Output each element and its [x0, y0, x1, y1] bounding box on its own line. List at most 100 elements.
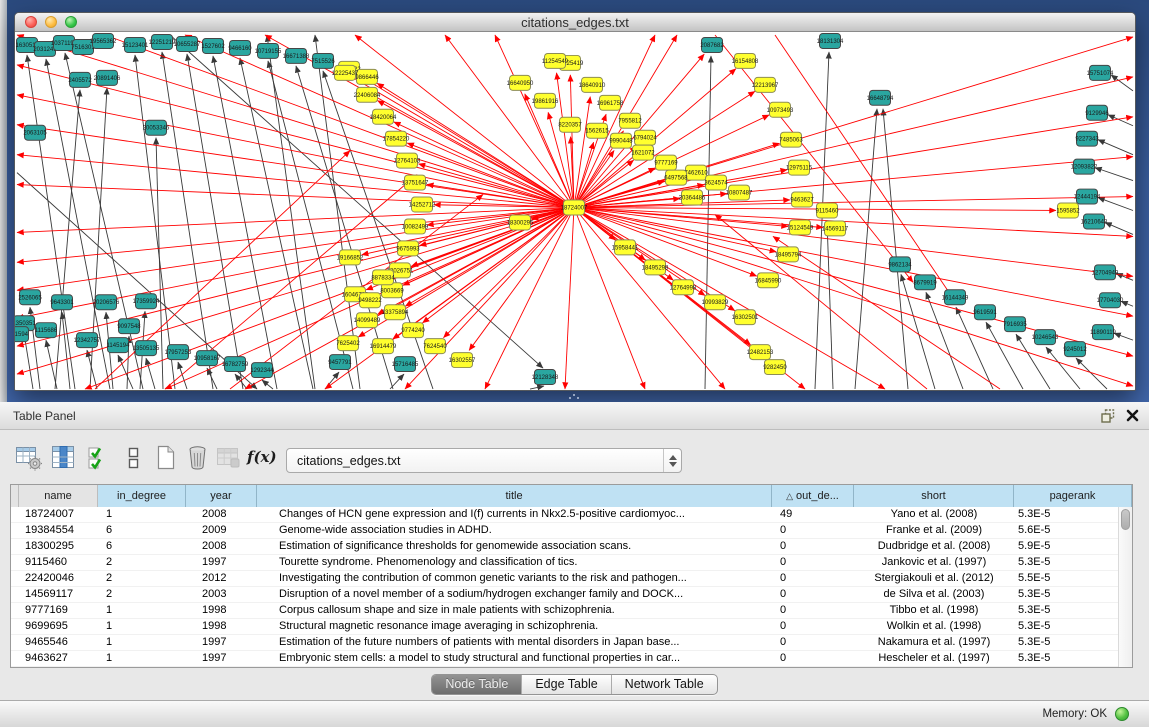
table-row[interactable]: 911546021997Tourette syndrome. Phenomeno…	[11, 555, 1132, 571]
cell-pagerank[interactable]: 5.6E-5	[1014, 523, 1132, 538]
table-row[interactable]: 1456911722003Disruption of a novel membe…	[11, 587, 1132, 603]
cell-name[interactable]: 22420046	[19, 571, 98, 586]
cell-out-degree[interactable]: 0	[772, 587, 854, 602]
cell-title[interactable]: Corpus callosum shape and size in male p…	[257, 603, 772, 618]
cell-title[interactable]: Estimation of the future numbers of pati…	[257, 635, 772, 650]
cell-name[interactable]: 9699695	[19, 619, 98, 634]
zoom-window-button[interactable]	[65, 16, 77, 28]
cell-in-degree[interactable]: 1	[98, 603, 186, 618]
cell-in-degree[interactable]: 2	[98, 587, 186, 602]
cell-short[interactable]: Hescheler et al. (1997)	[854, 651, 1014, 666]
network-view-canvas[interactable]: 1872400716305112031245103711967516301195…	[15, 33, 1135, 390]
column-header-out_de[interactable]: △out_de...	[772, 485, 854, 507]
cell-out-degree[interactable]: 0	[772, 555, 854, 570]
table-row[interactable]: 969969511998Structural magnetic resonanc…	[11, 619, 1132, 635]
table-select-dropdown[interactable]: citations_edges.txt	[286, 448, 682, 473]
cell-in-degree[interactable]: 6	[98, 539, 186, 554]
column-header-in_degree[interactable]: in_degree	[98, 485, 186, 507]
cell-pagerank[interactable]: 5.3E-5	[1014, 603, 1132, 618]
cell-name[interactable]: 19384554	[19, 523, 98, 538]
column-header-name[interactable]: name	[19, 485, 98, 507]
cell-name[interactable]: 9465546	[19, 635, 98, 650]
cell-short[interactable]: Wolkin et al. (1998)	[854, 619, 1014, 634]
scrollbar-thumb[interactable]	[1121, 509, 1130, 530]
tab-edge-table[interactable]: Edge Table	[521, 675, 610, 694]
row-options-icon[interactable]	[120, 444, 147, 471]
cell-out-degree[interactable]: 0	[772, 571, 854, 586]
cell-pagerank[interactable]: 5.3E-5	[1014, 555, 1132, 570]
cell-in-degree[interactable]: 6	[98, 523, 186, 538]
cell-name[interactable]: 9463627	[19, 651, 98, 666]
column-header-year[interactable]: year	[186, 485, 257, 507]
cell-year[interactable]: 1997	[186, 651, 257, 666]
table-scrollbar[interactable]	[1118, 507, 1132, 667]
cell-in-degree[interactable]: 1	[98, 507, 186, 522]
table-mode-icon[interactable]	[15, 444, 42, 471]
cell-pagerank[interactable]: 5.5E-5	[1014, 571, 1132, 586]
cell-year[interactable]: 2012	[186, 571, 257, 586]
cell-pagerank[interactable]: 5.3E-5	[1014, 651, 1132, 666]
cell-in-degree[interactable]: 2	[98, 571, 186, 586]
cell-year[interactable]: 1998	[186, 603, 257, 618]
cell-year[interactable]: 2008	[186, 539, 257, 554]
create-column-icon[interactable]	[152, 444, 179, 471]
cell-title[interactable]: Estimation of significance thresholds fo…	[257, 539, 772, 554]
cell-in-degree[interactable]: 1	[98, 619, 186, 634]
panel-divider-grip[interactable]	[566, 393, 582, 401]
column-header-title[interactable]: title	[257, 485, 772, 507]
cell-year[interactable]: 2008	[186, 507, 257, 522]
delete-table-icon[interactable]	[215, 444, 242, 471]
table-row[interactable]: 2242004622012Investigating the contribut…	[11, 571, 1132, 587]
cell-pagerank[interactable]: 5.9E-5	[1014, 539, 1132, 554]
cell-short[interactable]: Dudbridge et al. (2008)	[854, 539, 1014, 554]
table-row[interactable]: 977716911998Corpus callosum shape and si…	[11, 603, 1132, 619]
table-row[interactable]: 1872400712008Changes of HCN gene express…	[11, 507, 1132, 523]
cell-in-degree[interactable]: 1	[98, 651, 186, 666]
show-columns-icon[interactable]	[50, 444, 77, 471]
cell-name[interactable]: 14569117	[19, 587, 98, 602]
table-row[interactable]: 946554611997Estimation of the future num…	[11, 635, 1132, 651]
cell-name[interactable]: 9777169	[19, 603, 98, 618]
column-header-pagerank[interactable]: pagerank	[1014, 485, 1132, 507]
cell-pagerank[interactable]: 5.3E-5	[1014, 507, 1132, 522]
cell-title[interactable]: Genome-wide association studies in ADHD.	[257, 523, 772, 538]
cell-year[interactable]: 1997	[186, 635, 257, 650]
network-graph[interactable]: 1872400716305112031245103711967516301195…	[15, 33, 1135, 390]
select-visible-columns-icon[interactable]	[86, 444, 113, 471]
cell-pagerank[interactable]: 5.3E-5	[1014, 619, 1132, 634]
cell-year[interactable]: 2009	[186, 523, 257, 538]
function-builder-icon[interactable]: f(x)	[247, 444, 274, 471]
cell-out-degree[interactable]: 0	[772, 523, 854, 538]
cell-short[interactable]: Franke et al. (2009)	[854, 523, 1014, 538]
cell-year[interactable]: 1998	[186, 619, 257, 634]
cell-title[interactable]: Embryonic stem cells: a model to study s…	[257, 651, 772, 666]
cell-out-degree[interactable]: 0	[772, 635, 854, 650]
cell-year[interactable]: 1997	[186, 555, 257, 570]
cell-title[interactable]: Investigating the contribution of common…	[257, 571, 772, 586]
tab-network-table[interactable]: Network Table	[611, 675, 717, 694]
cell-year[interactable]: 2003	[186, 587, 257, 602]
cell-in-degree[interactable]: 2	[98, 555, 186, 570]
minimize-window-button[interactable]	[45, 16, 57, 28]
network-window-titlebar[interactable]: citations_edges.txt	[15, 13, 1135, 32]
cell-short[interactable]: de Silva et al. (2003)	[854, 587, 1014, 602]
column-header-short[interactable]: short	[854, 485, 1014, 507]
cell-out-degree[interactable]: 49	[772, 507, 854, 522]
cell-short[interactable]: Yano et al. (2008)	[854, 507, 1014, 522]
table-row[interactable]: 1938455462009Genome-wide association stu…	[11, 523, 1132, 539]
cell-out-degree[interactable]: 0	[772, 651, 854, 666]
table-row[interactable]: 946362711997Embryonic stem cells: a mode…	[11, 651, 1132, 667]
cell-out-degree[interactable]: 0	[772, 603, 854, 618]
cell-title[interactable]: Structural magnetic resonance image aver…	[257, 619, 772, 634]
tab-node-table[interactable]: Node Table	[432, 675, 521, 694]
close-window-button[interactable]	[25, 16, 37, 28]
cell-short[interactable]: Tibbo et al. (1998)	[854, 603, 1014, 618]
delete-column-icon[interactable]	[184, 444, 211, 471]
cell-out-degree[interactable]: 0	[772, 539, 854, 554]
cell-name[interactable]: 18300295	[19, 539, 98, 554]
column-header-gutter[interactable]	[11, 485, 19, 507]
cell-name[interactable]: 9115460	[19, 555, 98, 570]
cell-short[interactable]: Jankovic et al. (1997)	[854, 555, 1014, 570]
float-panel-icon[interactable]	[1101, 409, 1116, 423]
cell-pagerank[interactable]: 5.3E-5	[1014, 635, 1132, 650]
